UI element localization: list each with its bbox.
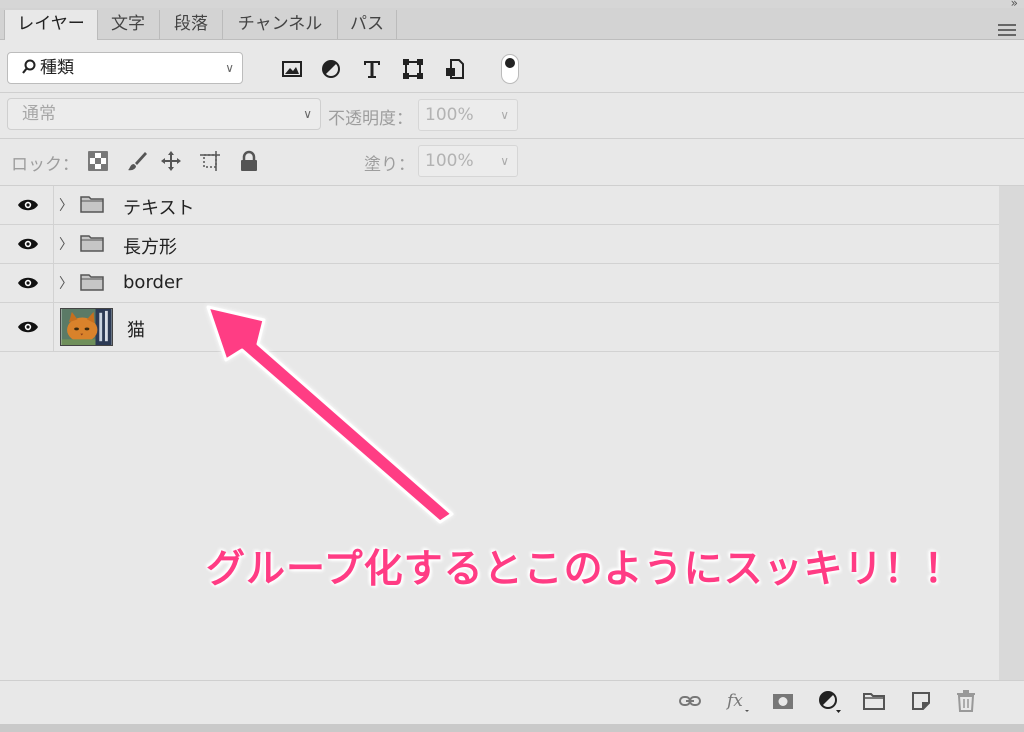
chevron-right-icon[interactable]: 〉 bbox=[59, 234, 73, 254]
adjustment-icon[interactable] bbox=[817, 689, 841, 713]
folder-icon bbox=[80, 235, 104, 252]
lock-position-icon[interactable] bbox=[160, 150, 182, 172]
layer-name: 猫 bbox=[127, 320, 145, 341]
layer-name: border bbox=[123, 272, 183, 293]
tab-paths[interactable]: パス bbox=[338, 10, 397, 39]
divider bbox=[53, 303, 54, 351]
blend-mode-select[interactable]: 通常 ∨ bbox=[7, 98, 321, 130]
filter-toggle[interactable] bbox=[501, 54, 519, 84]
scrollbar[interactable] bbox=[999, 186, 1024, 680]
eye-icon[interactable] bbox=[17, 320, 39, 334]
mask-icon[interactable] bbox=[771, 689, 795, 713]
fill-value: 100% bbox=[425, 151, 474, 171]
tab-paragraph[interactable]: 段落 bbox=[160, 10, 223, 39]
fill-field[interactable]: 100% ∨ bbox=[418, 145, 518, 177]
layer-row-rectangle[interactable]: 〉 長方形 bbox=[0, 225, 999, 264]
chevron-right-icon[interactable]: 〉 bbox=[59, 195, 73, 215]
chevron-down-icon: ∨ bbox=[500, 154, 509, 168]
type-filter-icon[interactable] bbox=[361, 58, 383, 80]
tab-channels[interactable]: チャンネル bbox=[223, 10, 338, 39]
eye-icon[interactable] bbox=[17, 276, 39, 290]
opacity-value: 100% bbox=[425, 105, 474, 125]
eye-icon[interactable] bbox=[17, 237, 39, 251]
opacity-label: 不透明度： bbox=[328, 109, 413, 129]
chevron-down-icon: ∨ bbox=[225, 61, 234, 75]
eye-icon[interactable] bbox=[17, 198, 39, 212]
chevron-down-icon: ∨ bbox=[303, 107, 312, 121]
divider bbox=[53, 264, 54, 302]
image-filter-icon[interactable] bbox=[281, 58, 303, 80]
trash-icon[interactable] bbox=[954, 689, 978, 713]
lock-label: ロック： bbox=[11, 155, 79, 175]
divider bbox=[53, 186, 54, 224]
panel-bottom-edge bbox=[0, 724, 1024, 732]
folder-icon bbox=[80, 196, 104, 213]
lock-all-icon[interactable] bbox=[238, 150, 260, 172]
folder-icon bbox=[80, 274, 104, 291]
divider bbox=[0, 138, 1024, 139]
fx-icon[interactable]: fx bbox=[725, 689, 749, 713]
layers-panel: » レイヤー 文字 段落 チャンネル パス 種類 ∨ 通常 ∨ 不透明度： 10… bbox=[0, 0, 1024, 732]
panel-menu-icon[interactable] bbox=[998, 24, 1016, 38]
link-icon[interactable] bbox=[678, 689, 702, 713]
annotation-text: グループ化するとこのようにスッキリ！！ bbox=[206, 547, 964, 592]
fill-label: 塗り： bbox=[364, 155, 415, 175]
new-group-icon[interactable] bbox=[862, 689, 886, 713]
smart-object-filter-icon[interactable] bbox=[444, 58, 466, 80]
layer-row-border[interactable]: 〉 border bbox=[0, 264, 999, 303]
lock-artboard-icon[interactable] bbox=[199, 150, 221, 172]
blend-mode-value: 通常 bbox=[22, 104, 56, 124]
layer-thumbnail bbox=[60, 308, 113, 346]
search-icon bbox=[22, 59, 36, 74]
layer-row-cat[interactable]: 猫 bbox=[0, 303, 999, 352]
tab-bar: レイヤー 文字 段落 チャンネル パス bbox=[0, 8, 1024, 40]
svg-text:fx: fx bbox=[725, 691, 743, 711]
new-layer-icon[interactable] bbox=[909, 689, 933, 713]
chevron-right-icon[interactable]: 〉 bbox=[59, 273, 73, 293]
shape-filter-icon[interactable] bbox=[402, 58, 424, 80]
lock-pixels-icon[interactable] bbox=[126, 150, 148, 172]
lock-transparent-icon[interactable] bbox=[87, 150, 109, 172]
adjustment-filter-icon[interactable] bbox=[320, 58, 342, 80]
filter-kind-label: 種類 bbox=[40, 58, 74, 78]
tab-layers[interactable]: レイヤー bbox=[4, 10, 98, 40]
layer-name: 長方形 bbox=[123, 237, 177, 258]
layer-list: 〉 テキスト 〉 長方形 〉 border 猫 bbox=[0, 186, 999, 352]
layer-row-text[interactable]: 〉 テキスト bbox=[0, 186, 999, 225]
layer-name: テキスト bbox=[123, 198, 195, 219]
filter-kind-select[interactable]: 種類 ∨ bbox=[7, 52, 243, 84]
panel-top-strip: » bbox=[0, 0, 1024, 10]
opacity-field[interactable]: 100% ∨ bbox=[418, 99, 518, 131]
divider bbox=[53, 225, 54, 263]
tab-character[interactable]: 文字 bbox=[97, 10, 160, 39]
divider bbox=[0, 92, 1024, 93]
chevron-down-icon: ∨ bbox=[500, 108, 509, 122]
